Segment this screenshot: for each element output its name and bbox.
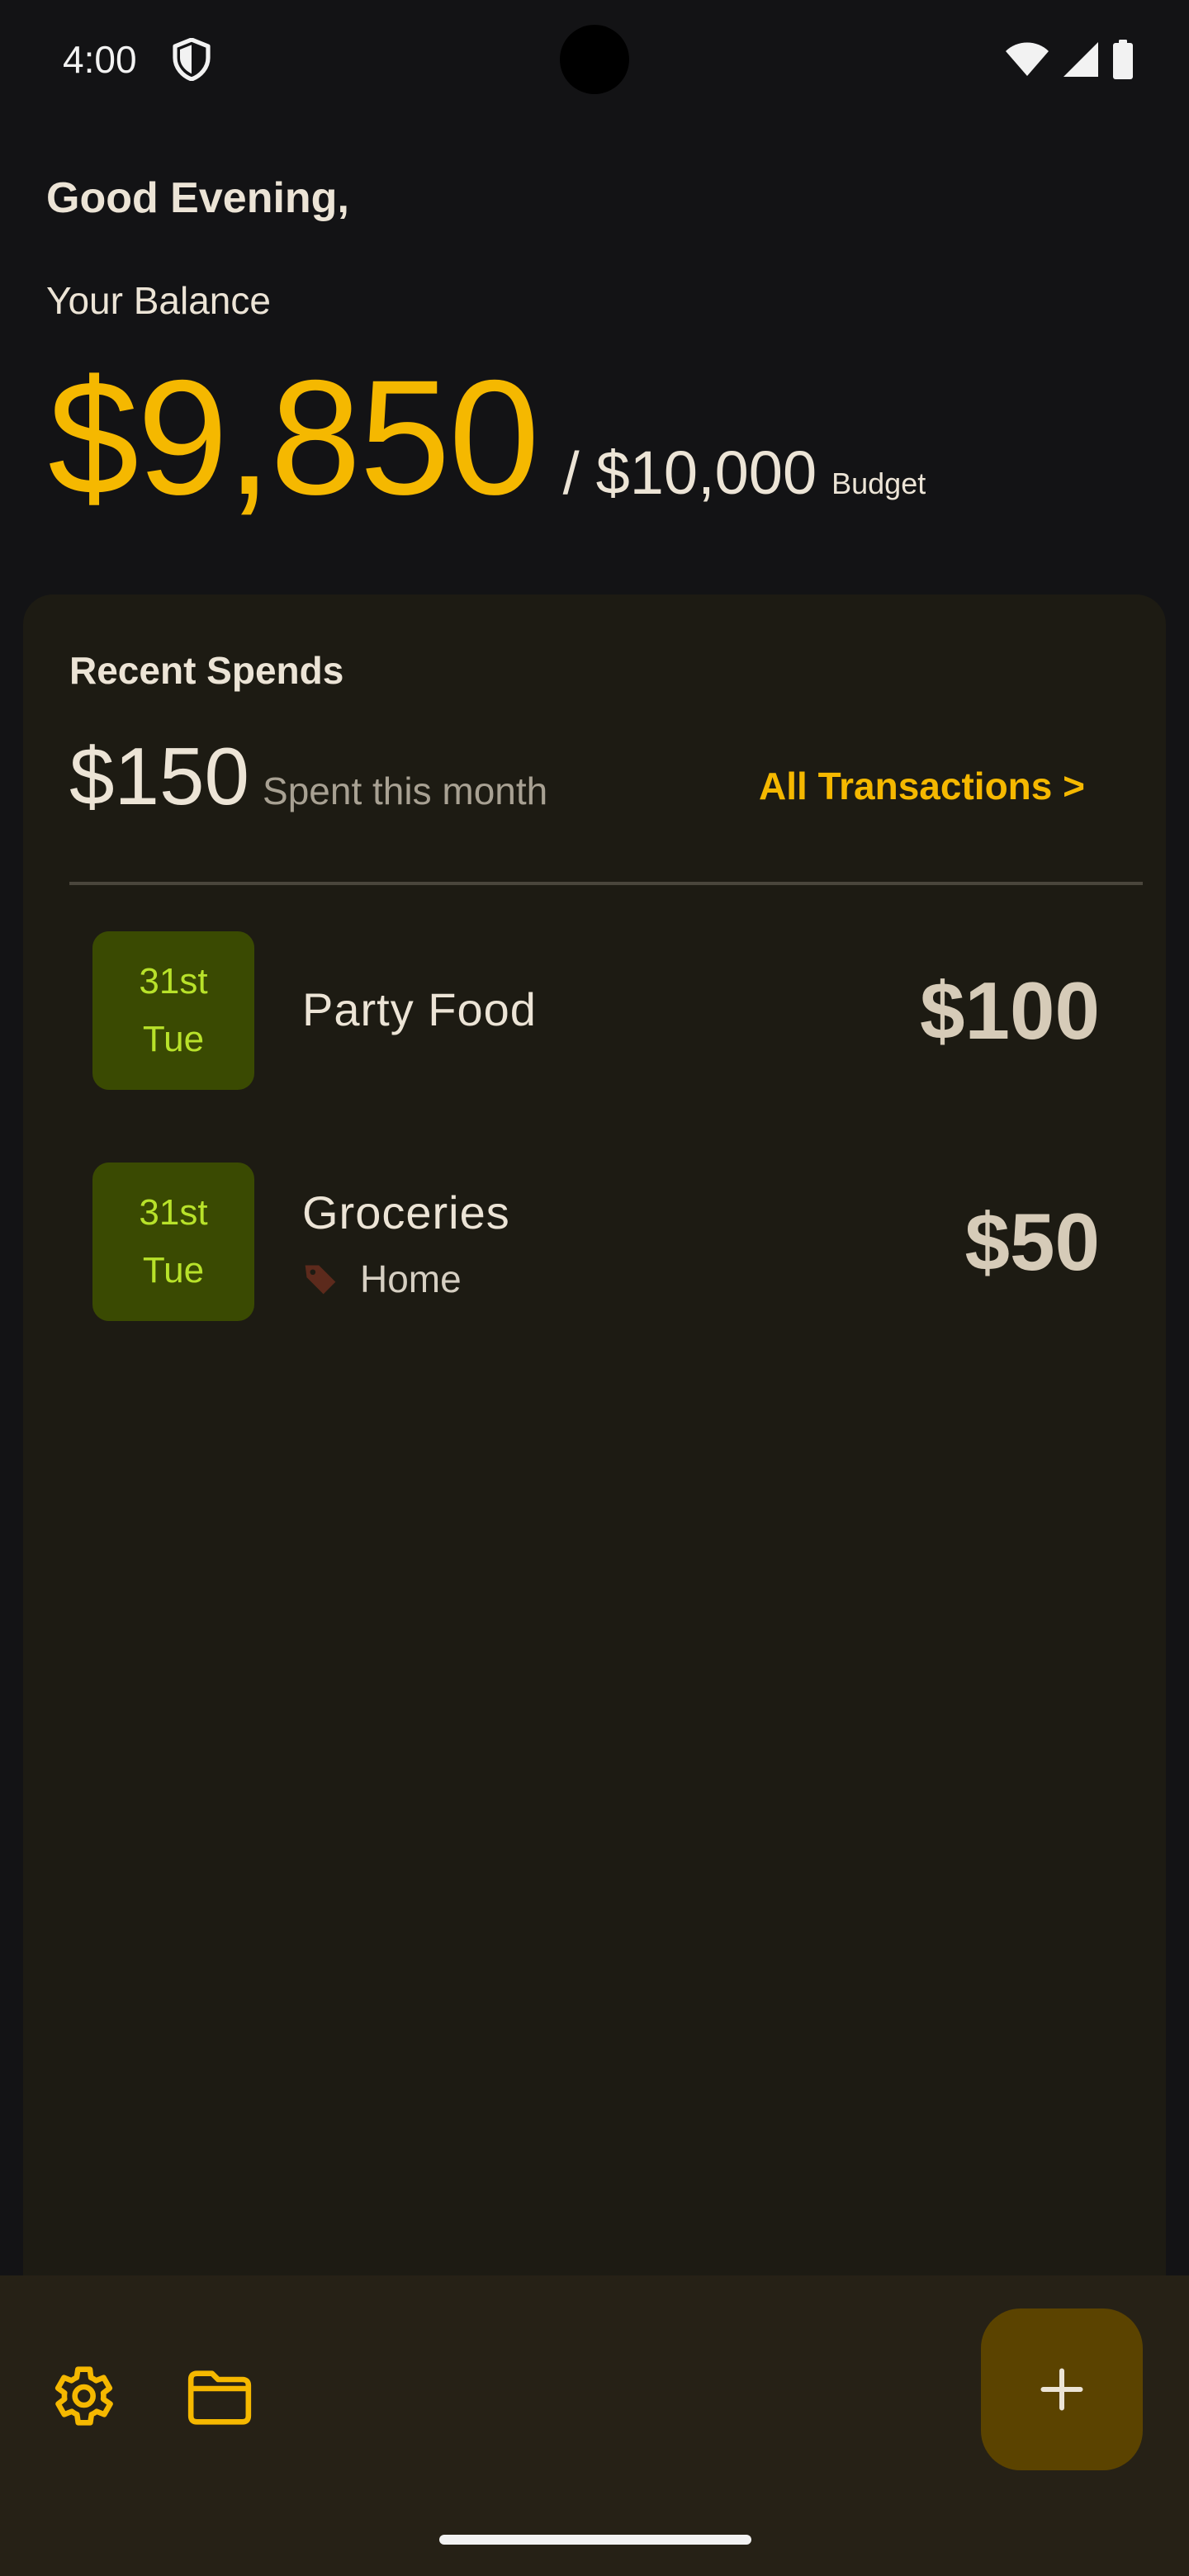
spent-summary: $150 Spent this month [69, 727, 547, 826]
category-label: Home [360, 1257, 462, 1300]
balance-label: Your Balance [46, 279, 271, 322]
budget-label: Budget [831, 466, 926, 500]
gear-icon[interactable] [45, 2360, 117, 2432]
wifi-icon [1006, 42, 1049, 76]
recent-spends-card: Recent Spends $150 Spent this month All … [23, 594, 1166, 2328]
date-day: 31st [139, 1192, 208, 1233]
date-day: 31st [139, 961, 208, 1002]
status-bar: 4:00 [0, 0, 1189, 116]
transaction-amount: $100 [919, 965, 1100, 1056]
divider [69, 882, 1143, 885]
plus-icon [1040, 2368, 1083, 2411]
status-time: 4:00 [63, 38, 137, 81]
signal-icon [1063, 42, 1098, 77]
transaction-name: Groceries [302, 1186, 510, 1238]
camera-cutout [560, 25, 629, 94]
tag-icon [305, 1265, 336, 1295]
balance-amount: $9,850 [48, 346, 540, 528]
date-badge: 31st Tue [92, 1163, 254, 1321]
date-weekday: Tue [142, 1250, 205, 1290]
all-transactions-link[interactable]: All Transactions > [759, 760, 1085, 812]
status-icons [1004, 36, 1135, 83]
transaction-category: Home [302, 1257, 462, 1301]
transaction-row[interactable]: 31st Tue Party Food $100 [92, 931, 1100, 1093]
transaction-amount: $50 [964, 1196, 1100, 1287]
spent-amount: $150 [69, 731, 250, 822]
greeting-text: Good Evening, [46, 174, 349, 222]
shield-icon [173, 38, 211, 81]
spent-label: Spent this month [263, 769, 548, 812]
transaction-name: Party Food [302, 983, 537, 1035]
bottom-app-bar [0, 2275, 1189, 2576]
add-transaction-button[interactable] [981, 2308, 1143, 2470]
balance-row: $9,850 / $10,000 Budget [48, 347, 926, 528]
date-badge: 31st Tue [92, 931, 254, 1090]
budget-amount: $10,000 [595, 438, 817, 507]
home-indicator[interactable] [439, 2535, 751, 2545]
battery-icon [1113, 40, 1133, 79]
balance-separator: / [562, 441, 580, 507]
transaction-row[interactable]: 31st Tue Groceries Home $50 [92, 1163, 1100, 1324]
recent-spends-title: Recent Spends [69, 649, 344, 692]
date-weekday: Tue [142, 1019, 205, 1059]
folder-icon[interactable] [183, 2361, 256, 2434]
